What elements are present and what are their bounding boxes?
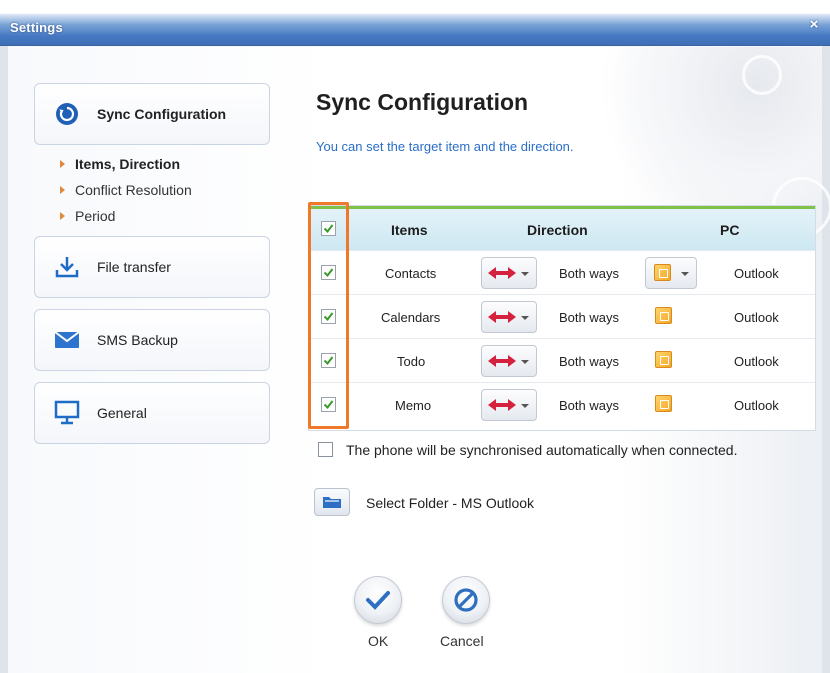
subitem-label: Items, Direction [75, 156, 181, 172]
subitem-label: Conflict Resolution [75, 182, 192, 198]
title-bar: Settings × [0, 0, 830, 46]
direction-dropdown[interactable] [481, 301, 537, 333]
item-name: Memo [395, 398, 432, 413]
outlook-icon[interactable] [655, 395, 672, 412]
bidirectional-arrow-icon [488, 267, 516, 279]
pc-app-label: Outlook [734, 398, 779, 413]
table-header: Items Direction PC [309, 206, 815, 250]
sidebar-item-sync-configuration[interactable]: Sync Configuration [34, 83, 270, 145]
sidebar-item-label: General [97, 405, 147, 421]
item-name: Calendars [381, 310, 441, 325]
pc-app-label: Outlook [734, 354, 779, 369]
ok-button[interactable] [354, 576, 402, 624]
bidirectional-arrow-icon [488, 311, 516, 323]
subitem-conflict-resolution[interactable]: Conflict Resolution [60, 182, 192, 198]
chevron-down-icon [521, 272, 529, 276]
pc-app-label: Outlook [734, 310, 779, 325]
subitem-items-direction[interactable]: Items, Direction [60, 156, 180, 172]
table-row: Contacts Both ways Outlook [309, 250, 815, 294]
chevron-down-icon [681, 272, 689, 276]
sidebar-item-label: File transfer [97, 259, 171, 275]
sidebar-item-file-transfer[interactable]: File transfer [34, 236, 270, 298]
direction-label: Both ways [559, 398, 619, 413]
select-folder-button[interactable] [314, 488, 350, 516]
direction-label: Both ways [559, 310, 619, 325]
download-icon [51, 251, 83, 283]
table-row: Calendars Both ways Outlook [309, 294, 815, 338]
sync-items-table: Items Direction PC Contacts Both ways Ou… [308, 205, 816, 431]
auto-sync-label: The phone will be synchronised automatic… [346, 442, 738, 458]
close-icon[interactable]: × [806, 17, 822, 33]
subitem-period[interactable]: Period [60, 208, 115, 224]
select-folder-label: Select Folder - MS Outlook [366, 495, 535, 511]
ok-label: OK [368, 633, 389, 649]
bullet-arrow-icon [60, 212, 65, 220]
subitem-label: Period [75, 208, 116, 224]
outlook-icon[interactable] [655, 307, 672, 324]
bidirectional-arrow-icon [488, 355, 516, 367]
direction-dropdown[interactable] [481, 345, 537, 377]
bullet-arrow-icon [60, 186, 65, 194]
bullet-arrow-icon [60, 160, 65, 168]
pc-app-label: Outlook [734, 266, 779, 281]
content-area: Sync Configuration Items, Direction Conf… [8, 47, 830, 673]
sync-icon [51, 98, 83, 130]
pc-app-dropdown[interactable] [645, 257, 697, 289]
item-name: Contacts [385, 266, 437, 281]
cancel-button[interactable] [442, 576, 490, 624]
direction-dropdown[interactable] [481, 389, 537, 421]
item-name: Todo [397, 354, 426, 369]
envelope-icon [51, 324, 83, 356]
column-header-items: Items [391, 222, 428, 238]
outlook-icon[interactable] [655, 351, 672, 368]
chevron-down-icon [521, 404, 529, 408]
folder-icon [323, 497, 341, 508]
direction-label: Both ways [559, 354, 619, 369]
outlook-icon [654, 264, 671, 281]
cancel-label: Cancel [440, 633, 484, 649]
column-header-direction: Direction [527, 222, 588, 238]
table-row: Memo Both ways Outlook [309, 382, 815, 426]
direction-label: Both ways [559, 266, 619, 281]
monitor-icon [51, 397, 83, 429]
page-title: Sync Configuration [316, 89, 529, 115]
chevron-down-icon [521, 360, 529, 364]
cancel-icon [454, 588, 478, 612]
chevron-down-icon [521, 316, 529, 320]
sidebar-item-label: Sync Configuration [97, 106, 227, 122]
sidebar-item-general[interactable]: General [34, 382, 270, 444]
direction-dropdown[interactable] [481, 257, 537, 289]
sidebar-item-label: SMS Backup [97, 332, 178, 348]
checkbox-column-highlight [308, 202, 349, 429]
window-title: Settings [10, 20, 63, 35]
checkmark-icon [366, 591, 390, 610]
table-row: Todo Both ways Outlook [309, 338, 815, 382]
auto-sync-checkbox[interactable] [318, 442, 333, 457]
sidebar-item-sms-backup[interactable]: SMS Backup [34, 309, 270, 371]
bidirectional-arrow-icon [488, 399, 516, 411]
column-header-pc: PC [720, 222, 740, 238]
page-subtitle: You can set the target item and the dire… [316, 139, 574, 154]
